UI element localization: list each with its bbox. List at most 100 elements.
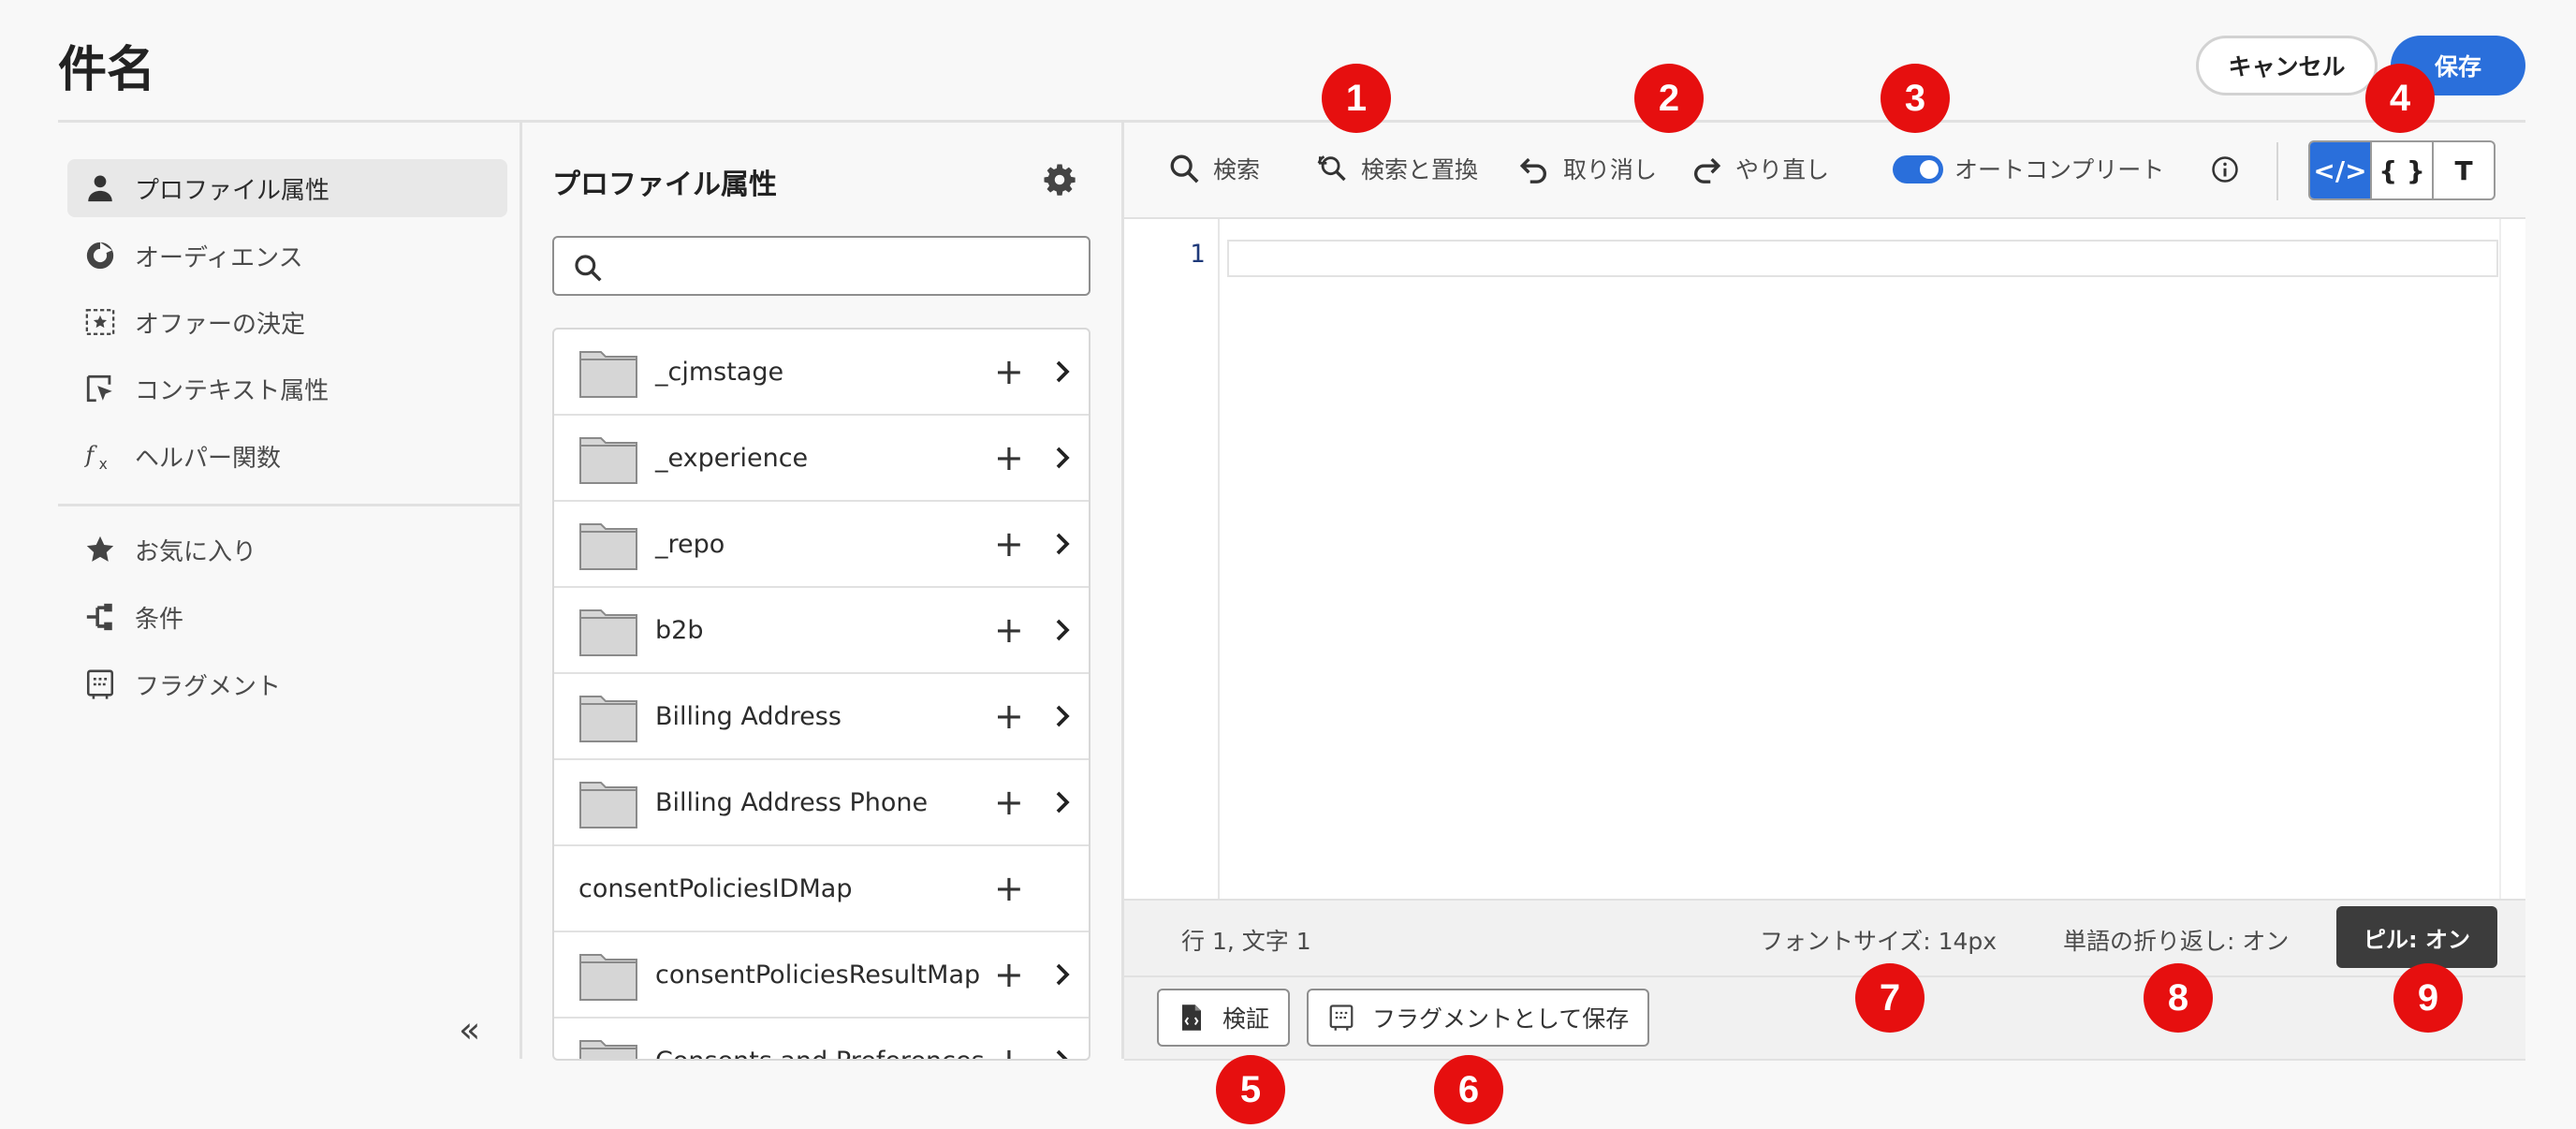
audience-icon bbox=[86, 242, 114, 270]
cursor-position: 行 1, 文字 1 bbox=[1181, 928, 1311, 955]
add-icon[interactable]: + bbox=[994, 612, 1024, 648]
star-icon bbox=[86, 535, 114, 562]
add-icon[interactable]: + bbox=[994, 1043, 1024, 1059]
folder-icon bbox=[579, 523, 637, 570]
list-item[interactable]: _repo + bbox=[554, 502, 1089, 588]
chevron-right-icon[interactable] bbox=[1048, 788, 1076, 816]
list-item[interactable]: Billing Address + bbox=[554, 674, 1089, 760]
find-replace-button[interactable]: 検索と置換 bbox=[1316, 150, 1478, 187]
chevron-right-icon[interactable] bbox=[1048, 530, 1076, 558]
chevron-right-icon[interactable] bbox=[1048, 702, 1076, 730]
editor-scrollbar[interactable] bbox=[2499, 219, 2501, 899]
folder-icon bbox=[579, 954, 637, 1001]
svg-text:f: f bbox=[84, 442, 97, 468]
folder-icon bbox=[579, 1040, 637, 1059]
toolbar-divider bbox=[2276, 142, 2278, 200]
list-item-label: consentPoliciesIDMap bbox=[578, 874, 853, 903]
undo-label: 取り消し bbox=[1563, 156, 1658, 183]
editor-mode-group: </> { } T bbox=[2308, 140, 2496, 200]
undo-icon bbox=[1519, 157, 1546, 183]
find-replace-label: 検索と置換 bbox=[1361, 156, 1479, 183]
panel-title: プロファイル属性 bbox=[552, 169, 777, 201]
add-icon[interactable]: + bbox=[994, 784, 1024, 820]
callout-badge-3: 3 bbox=[1881, 64, 1950, 133]
sidebar-item-conditions[interactable]: 条件 bbox=[67, 588, 507, 646]
sidebar-item-context-attributes[interactable]: コンテキスト属性 bbox=[67, 359, 507, 418]
undo-button[interactable]: 取り消し bbox=[1518, 150, 1657, 187]
context-icon bbox=[86, 374, 112, 403]
condition-icon bbox=[86, 603, 112, 631]
sidebar-item-label: オファーの決定 bbox=[135, 310, 306, 339]
save-as-fragment-label: フラグメントとして保存 bbox=[1372, 1005, 1630, 1033]
callout-badge-7: 7 bbox=[1855, 963, 1925, 1033]
list-item[interactable]: _cjmstage + bbox=[554, 330, 1089, 416]
sidebar-item-label: オーディエンス bbox=[135, 243, 303, 272]
current-line[interactable] bbox=[1227, 240, 2498, 277]
code-editor[interactable]: 1 bbox=[1124, 217, 2525, 901]
add-icon[interactable]: + bbox=[994, 354, 1024, 389]
chevron-right-icon[interactable] bbox=[1048, 1047, 1076, 1061]
user-icon bbox=[88, 175, 112, 202]
sidebar-item-audiences[interactable]: オーディエンス bbox=[67, 227, 507, 285]
fragment-icon bbox=[1329, 1004, 1354, 1031]
redo-button[interactable]: やり直し bbox=[1690, 150, 1829, 187]
list-item[interactable]: consentPoliciesResultMap + bbox=[554, 932, 1089, 1019]
callout-badge-8: 8 bbox=[2144, 963, 2213, 1033]
callout-badge-4: 4 bbox=[2365, 64, 2435, 133]
attribute-search-field[interactable] bbox=[552, 236, 1090, 296]
search-button[interactable]: 検索 bbox=[1168, 150, 1260, 187]
list-item-label: b2b bbox=[655, 616, 704, 645]
sidebar-item-offer-decisions[interactable]: オファーの決定 bbox=[67, 293, 507, 351]
sidebar-item-label: プロファイル属性 bbox=[135, 176, 330, 205]
font-size-status[interactable]: フォントサイズ: 14px bbox=[1760, 923, 1997, 957]
collapse-sidebar-button[interactable]: « bbox=[459, 1011, 496, 1048]
search-icon bbox=[1170, 154, 1199, 183]
word-wrap-status[interactable]: 単語の折り返し: オン bbox=[2063, 923, 2289, 957]
folder-icon bbox=[579, 609, 637, 656]
chevron-right-icon[interactable] bbox=[1048, 616, 1076, 644]
info-icon[interactable] bbox=[2211, 155, 2239, 183]
callout-badge-9: 9 bbox=[2393, 963, 2463, 1033]
function-icon: fx bbox=[84, 442, 108, 472]
page-title: 件名 bbox=[58, 42, 156, 98]
callout-badge-6: 6 bbox=[1434, 1055, 1503, 1124]
add-icon[interactable]: + bbox=[994, 957, 1024, 992]
search-input[interactable] bbox=[614, 245, 1073, 286]
folder-icon bbox=[579, 782, 637, 828]
add-icon[interactable]: + bbox=[994, 871, 1024, 906]
search-label: 検索 bbox=[1213, 156, 1261, 183]
list-item[interactable]: consentPoliciesIDMap + bbox=[554, 846, 1089, 932]
list-item-label: Billing Address Phone bbox=[655, 788, 929, 817]
add-icon[interactable]: + bbox=[994, 440, 1024, 476]
sidebar-item-profile-attributes[interactable]: プロファイル属性 bbox=[67, 159, 507, 217]
pill-toggle-button[interactable]: ピル: オン bbox=[2336, 906, 2497, 968]
cancel-button[interactable]: キャンセル bbox=[2196, 36, 2378, 95]
chevron-right-icon[interactable] bbox=[1048, 358, 1076, 386]
chevron-right-icon[interactable] bbox=[1048, 444, 1076, 472]
add-icon[interactable]: + bbox=[994, 526, 1024, 562]
fragment-icon bbox=[86, 669, 114, 699]
sidebar-item-fragments[interactable]: フラグメント bbox=[67, 655, 507, 713]
list-item-label: _experience bbox=[655, 444, 809, 473]
chevron-right-icon[interactable] bbox=[1048, 960, 1076, 989]
json-mode-button[interactable]: { } bbox=[2370, 142, 2432, 198]
validate-button[interactable]: 検証 bbox=[1157, 989, 1291, 1047]
offer-decision-icon bbox=[85, 309, 115, 335]
autocomplete-toggle[interactable] bbox=[1893, 155, 1943, 183]
callout-badge-5: 5 bbox=[1216, 1055, 1285, 1124]
list-item[interactable]: Consents and Preferences + bbox=[554, 1019, 1089, 1061]
add-icon[interactable]: + bbox=[994, 698, 1024, 734]
gear-icon[interactable] bbox=[1043, 163, 1076, 197]
list-item[interactable]: Billing Address Phone + bbox=[554, 760, 1089, 846]
text-mode-button[interactable]: T bbox=[2432, 142, 2494, 198]
code-mode-button[interactable]: </> bbox=[2310, 142, 2370, 198]
save-as-fragment-button[interactable]: フラグメントとして保存 bbox=[1307, 989, 1650, 1047]
header-divider bbox=[58, 120, 2525, 123]
line-gutter: 1 bbox=[1124, 219, 1220, 899]
sidebar-item-favorites[interactable]: お気に入り bbox=[67, 521, 507, 579]
sidebar-divider-vertical bbox=[520, 123, 522, 1059]
svg-text:x: x bbox=[99, 456, 108, 472]
sidebar-item-helper-functions[interactable]: fx ヘルパー関数 bbox=[67, 427, 507, 485]
list-item[interactable]: _experience + bbox=[554, 416, 1089, 502]
list-item[interactable]: b2b + bbox=[554, 588, 1089, 674]
